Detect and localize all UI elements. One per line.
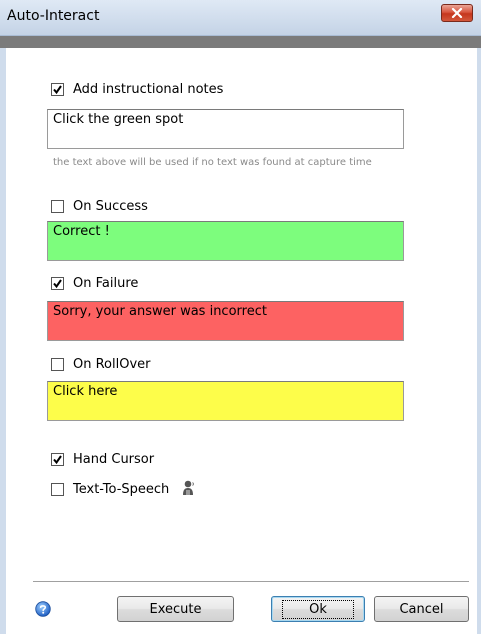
instructional-notes-label: Add instructional notes [73, 81, 224, 97]
auto-interact-dialog: Auto-Interact Add instructional notes Cl… [0, 0, 481, 634]
checkmark-icon [53, 454, 62, 464]
instructional-notes-row[interactable]: Add instructional notes [51, 80, 223, 98]
on-failure-row[interactable]: On Failure [51, 274, 138, 292]
checkmark-icon [53, 278, 62, 288]
instructional-hint: the text above will be used if no text w… [53, 157, 372, 168]
title-separator [0, 36, 481, 48]
title-bar[interactable]: Auto-Interact [0, 0, 481, 36]
on-success-checkbox[interactable] [51, 199, 64, 213]
on-failure-field[interactable]: Sorry, your answer was incorrect [47, 301, 404, 341]
on-success-label: On Success [73, 198, 148, 214]
hand-cursor-label: Hand Cursor [73, 451, 155, 467]
window-title: Auto-Interact [7, 8, 100, 24]
ok-button[interactable]: Ok [271, 596, 365, 622]
on-failure-checkbox[interactable] [51, 276, 64, 290]
footer-divider [33, 581, 469, 583]
ok-button-label: Ok [282, 599, 354, 619]
on-rollover-field[interactable]: Click here [47, 381, 404, 421]
close-button[interactable] [441, 4, 473, 22]
hand-cursor-row[interactable]: Hand Cursor [51, 450, 154, 468]
on-success-field[interactable]: Correct ! [47, 221, 404, 261]
on-failure-label: On Failure [73, 275, 139, 291]
cancel-button[interactable]: Cancel [374, 596, 469, 622]
checkmark-icon [53, 84, 62, 94]
on-rollover-row[interactable]: On RollOver [51, 355, 151, 373]
on-rollover-label: On RollOver [73, 356, 151, 372]
execute-button[interactable]: Execute [117, 596, 234, 622]
instructional-notes-checkbox[interactable] [51, 82, 64, 96]
hand-cursor-checkbox[interactable] [51, 452, 64, 466]
help-icon[interactable] [35, 601, 51, 617]
on-rollover-checkbox[interactable] [51, 357, 64, 371]
cancel-button-label: Cancel [399, 601, 444, 617]
close-icon [451, 8, 463, 18]
execute-button-label: Execute [149, 601, 202, 617]
on-success-row[interactable]: On Success [51, 197, 148, 215]
text-to-speech-checkbox[interactable] [51, 482, 64, 496]
text-to-speech-row[interactable]: Text-To-Speech [51, 480, 169, 498]
person-speaker-icon[interactable] [182, 480, 196, 496]
text-to-speech-label: Text-To-Speech [73, 481, 170, 497]
instructional-notes-field[interactable]: Click the green spot [47, 109, 404, 149]
